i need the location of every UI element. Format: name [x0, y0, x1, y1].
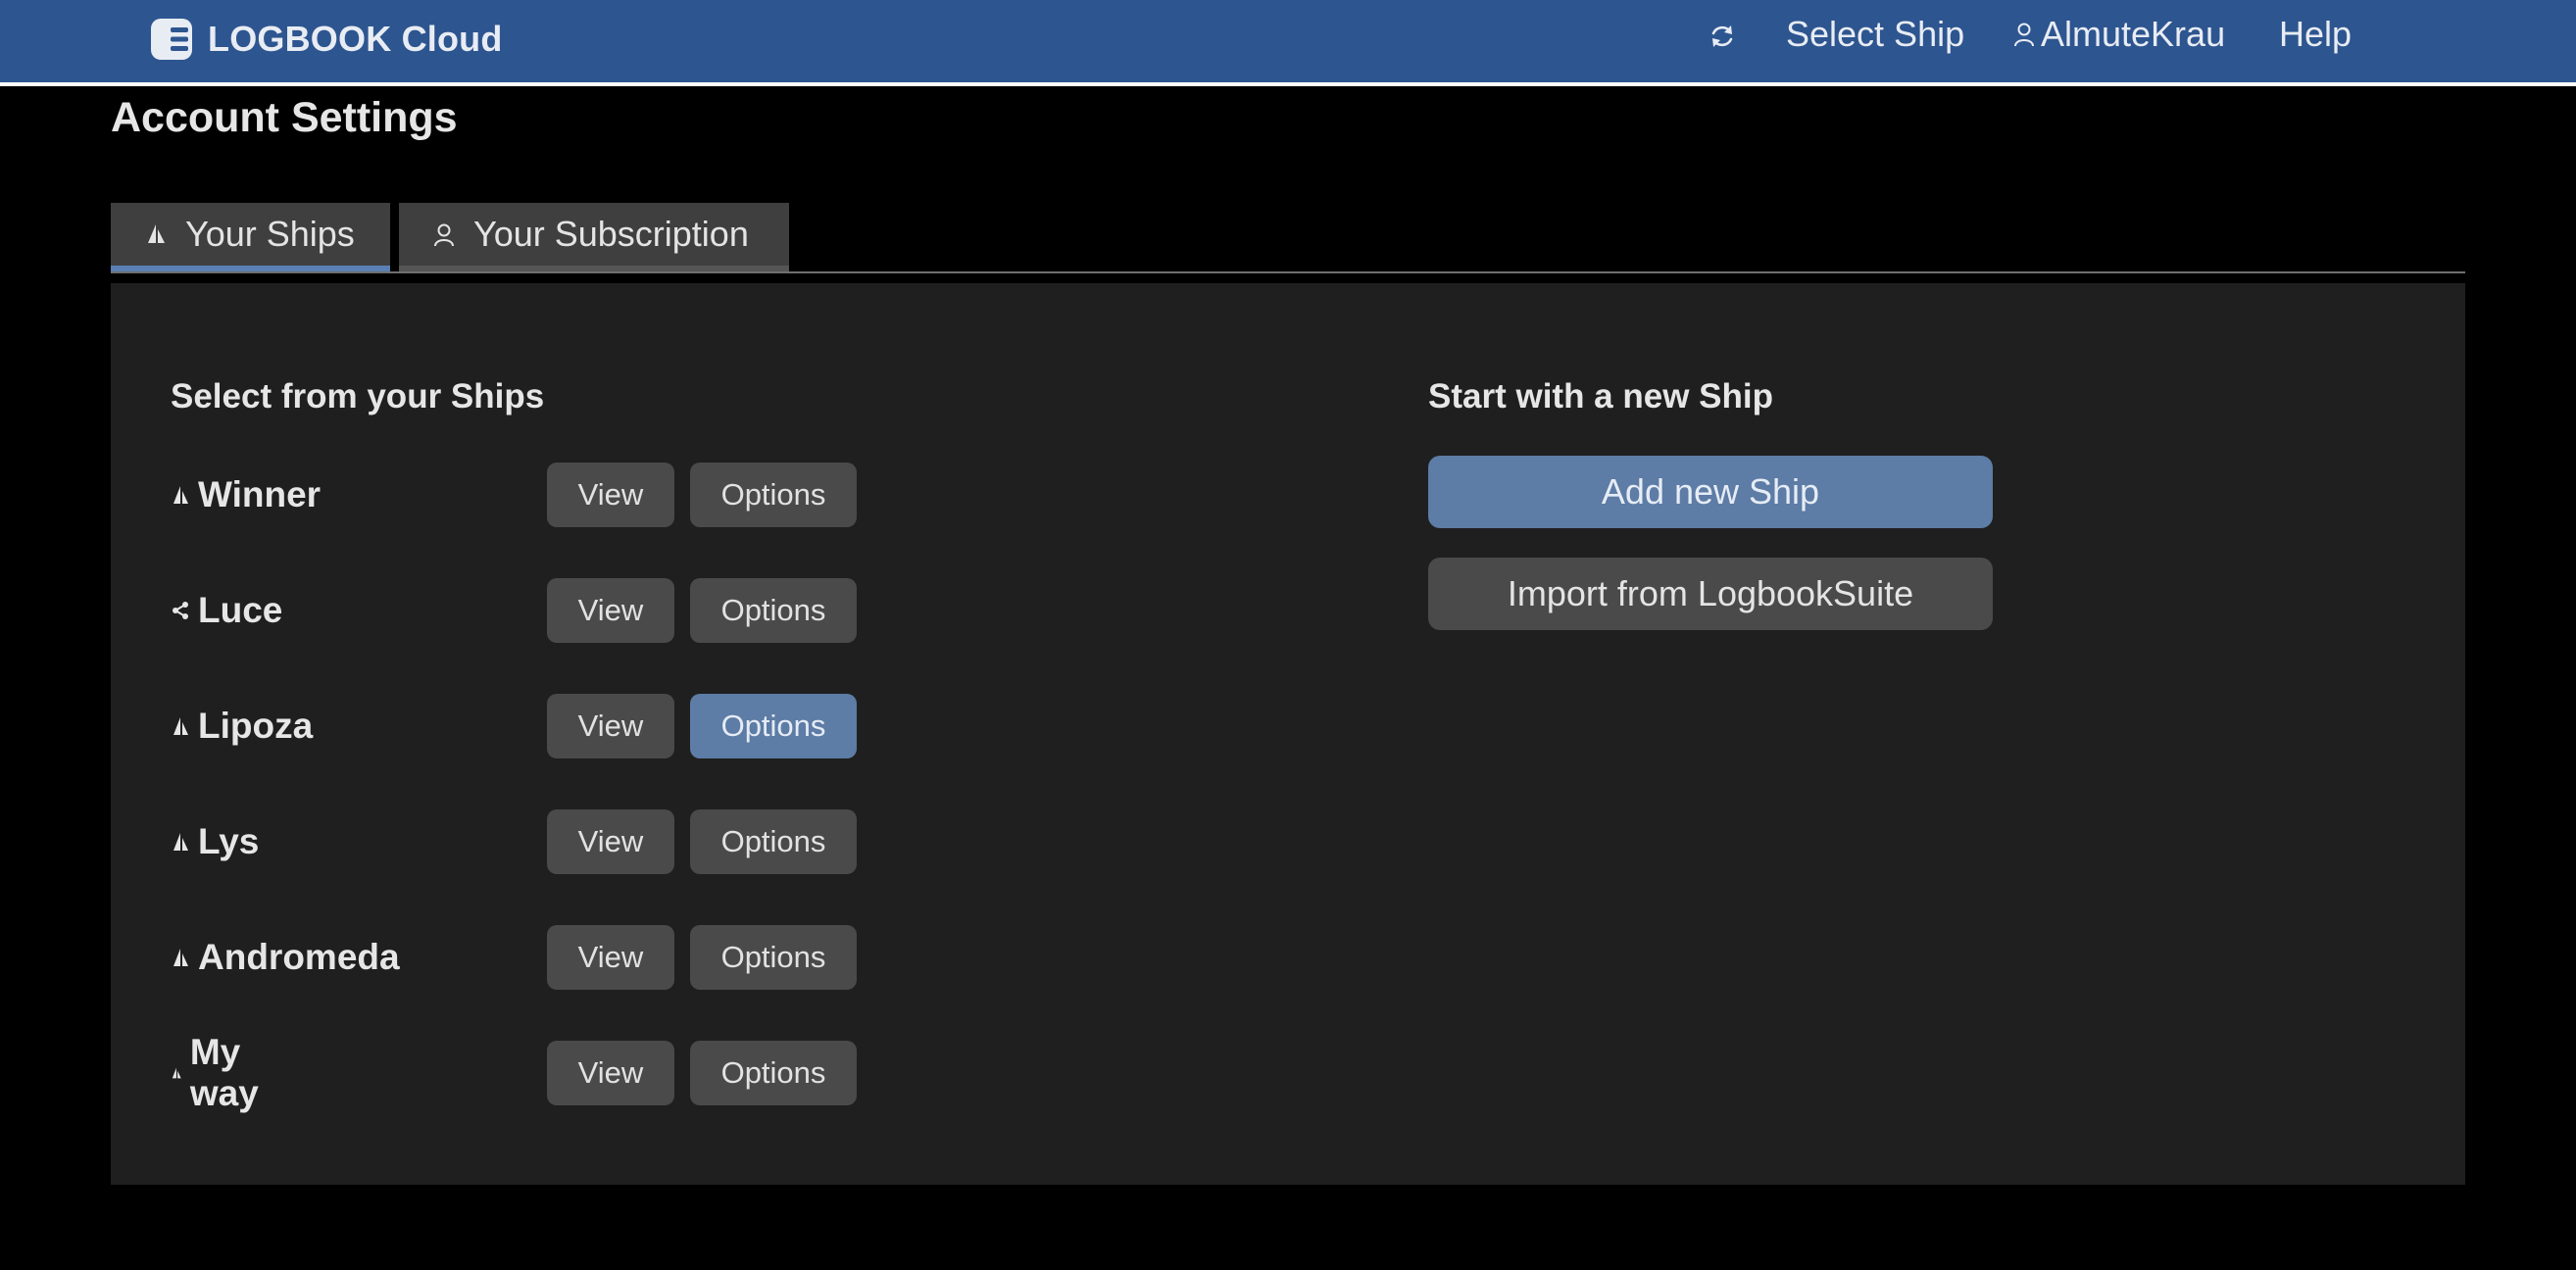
select-ship-link[interactable]: Select Ship	[1786, 14, 1964, 55]
import-logbooksuite-button[interactable]: Import from LogbookSuite	[1428, 558, 1993, 630]
options-button[interactable]: Options	[690, 1041, 857, 1105]
ship-name: Luce	[198, 590, 283, 630]
tab-label: Your Ships	[185, 214, 355, 254]
tab-your-ships[interactable]: Your Ships	[111, 203, 390, 271]
ship-name: My way	[189, 1032, 259, 1113]
user-icon	[2014, 23, 2034, 47]
ship-name-wrap: My way	[171, 1032, 267, 1113]
sailboat-icon	[173, 949, 188, 966]
logbook-logo-icon	[151, 19, 192, 60]
refresh-icon[interactable]	[1708, 22, 1737, 51]
view-button[interactable]: View	[547, 578, 674, 643]
view-button[interactable]: View	[547, 1041, 674, 1105]
view-button[interactable]: View	[547, 463, 674, 527]
ship-name: Winner	[198, 474, 322, 514]
view-button[interactable]: View	[547, 925, 674, 990]
ship-name: Lys	[198, 821, 260, 861]
user-name: AlmuteKrau	[2041, 14, 2226, 54]
user-menu[interactable]: AlmuteKrau	[2013, 14, 2225, 55]
brand[interactable]: LOGBOOK Cloud	[149, 14, 503, 65]
options-button[interactable]: Options	[690, 694, 857, 758]
share-icon	[173, 602, 188, 619]
help-link[interactable]: Help	[2279, 14, 2352, 55]
tab-divider	[111, 271, 2465, 273]
view-button[interactable]: View	[547, 694, 674, 758]
ship-name: Lipoza	[198, 706, 314, 746]
select-ships-heading: Select from your Ships	[171, 377, 545, 415]
sailboat-icon	[148, 224, 165, 243]
sailboat-icon	[172, 1067, 181, 1079]
ship-name-wrap: Lipoza	[171, 694, 313, 758]
sailboat-icon	[173, 486, 188, 504]
new-ship-heading: Start with a new Ship	[1428, 377, 1773, 415]
top-navbar: LOGBOOK Cloud Select Ship AlmuteKrau Hel…	[0, 0, 2576, 86]
ship-name-wrap: Andromeda	[171, 925, 400, 990]
ship-name-wrap: Winner	[171, 463, 321, 527]
tab-label: Your Subscription	[473, 214, 749, 254]
add-new-ship-button[interactable]: Add new Ship	[1428, 456, 1993, 528]
options-button[interactable]: Options	[690, 463, 857, 527]
options-button[interactable]: Options	[690, 809, 857, 874]
sailboat-icon	[173, 833, 188, 851]
ships-panel	[111, 283, 2465, 1185]
brand-name: LOGBOOK Cloud	[208, 19, 503, 59]
tab-your-subscription[interactable]: Your Subscription	[399, 203, 789, 271]
sailboat-icon	[173, 717, 188, 735]
page-title: Account Settings	[111, 94, 458, 141]
user-icon	[434, 223, 454, 247]
ship-name-wrap: Lys	[171, 809, 259, 874]
options-button[interactable]: Options	[690, 578, 857, 643]
ship-name: Andromeda	[198, 937, 400, 977]
options-button[interactable]: Options	[690, 925, 857, 990]
ship-name-wrap: Luce	[171, 578, 282, 643]
view-button[interactable]: View	[547, 809, 674, 874]
